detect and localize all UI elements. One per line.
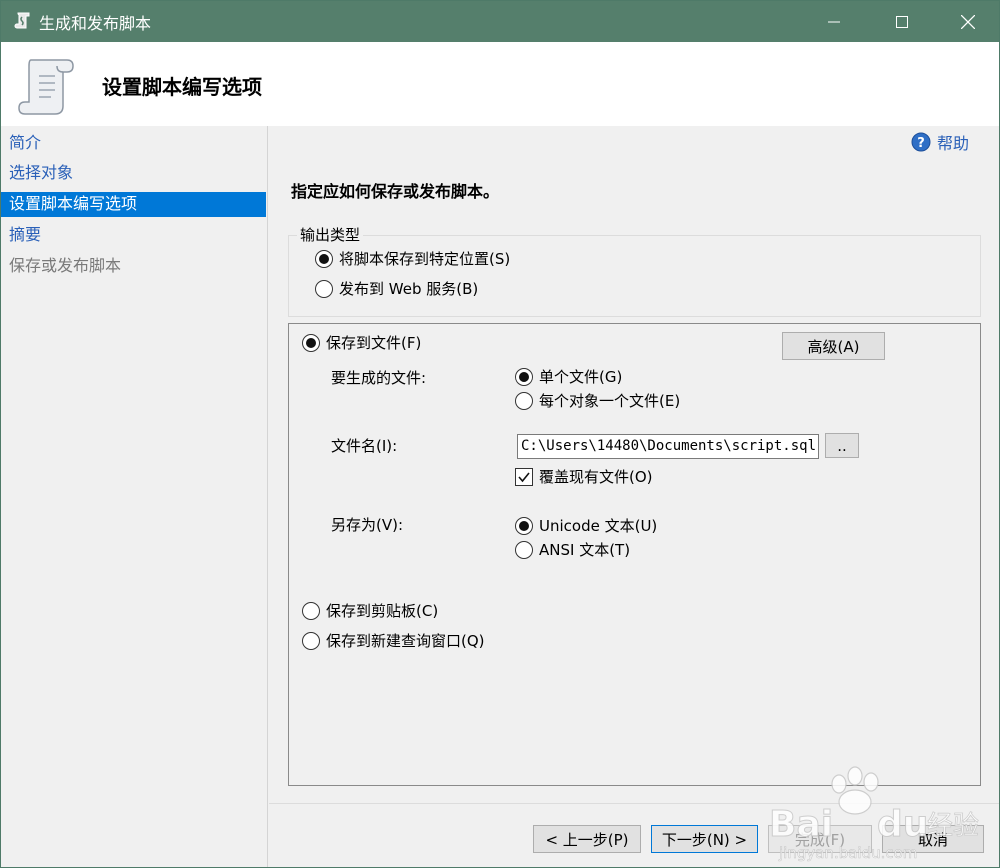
radio-label: 将脚本保存到特定位置(S) xyxy=(339,250,511,268)
back-button[interactable]: < 上一步(P) xyxy=(533,825,641,853)
minimize-button[interactable] xyxy=(811,1,857,42)
radio-label: 单个文件(G) xyxy=(539,368,623,386)
finish-button: 完成(F) xyxy=(768,825,872,853)
radio-circle xyxy=(302,631,320,650)
close-button[interactable] xyxy=(945,1,991,42)
radio-label: 保存到文件(F) xyxy=(326,334,422,352)
wizard-nav: 简介 选择对象 设置脚本编写选项 摘要 保存或发布脚本 xyxy=(1,126,268,867)
footer-divider xyxy=(269,803,999,804)
next-button[interactable]: 下一步(N) > xyxy=(651,825,758,853)
save-to-file-radio[interactable]: 保存到文件(F) xyxy=(302,332,421,353)
checkbox-box xyxy=(515,467,533,486)
ansi-text-radio[interactable]: ANSI 文本(T) xyxy=(515,539,630,560)
radio-circle xyxy=(302,333,320,352)
main-pane: ? 帮助 指定应如何保存或发布脚本。 输出类型 将脚本保存到特定位置(S) 发布… xyxy=(269,126,999,867)
help-icon: ? xyxy=(911,132,931,152)
output-type-legend: 输出类型 xyxy=(297,224,364,245)
radio-label: 保存到新建查询窗口(Q) xyxy=(326,632,485,650)
radio-label: 发布到 Web 服务(B) xyxy=(339,280,479,298)
unicode-text-radio[interactable]: Unicode 文本(U) xyxy=(515,515,657,536)
close-icon xyxy=(961,14,975,29)
header-banner: 设置脚本编写选项 xyxy=(1,42,999,126)
checkbox-label: 覆盖现有文件(O) xyxy=(539,468,653,486)
save-to-query-window-radio[interactable]: 保存到新建查询窗口(Q) xyxy=(302,630,485,651)
save-as-label: 另存为(V): xyxy=(331,516,404,534)
help-link[interactable]: ? 帮助 xyxy=(911,130,969,154)
output-type-group: 输出类型 将脚本保存到特定位置(S) 发布到 Web 服务(B) xyxy=(288,224,981,317)
radio-circle xyxy=(515,516,533,535)
radio-label: 保存到剪贴板(C) xyxy=(326,602,439,620)
nav-item-choose-objects[interactable]: 选择对象 xyxy=(1,161,266,186)
radio-label: Unicode 文本(U) xyxy=(539,517,658,535)
browse-button[interactable]: .. xyxy=(825,433,859,458)
file-per-object-radio[interactable]: 每个对象一个文件(E) xyxy=(515,390,680,411)
save-options-panel: 保存到文件(F) 高级(A) 要生成的文件: 单个文件(G) 每个对象一个文件(… xyxy=(288,323,981,786)
check-icon xyxy=(518,471,530,482)
save-to-clipboard-radio[interactable]: 保存到剪贴板(C) xyxy=(302,600,438,621)
radio-circle xyxy=(302,601,320,620)
filename-label: 文件名(I): xyxy=(331,437,398,455)
advanced-button[interactable]: 高级(A) xyxy=(782,332,885,360)
overwrite-checkbox[interactable]: 覆盖现有文件(O) xyxy=(515,466,653,487)
radio-circle xyxy=(515,391,533,410)
instruction-text: 指定应如何保存或发布脚本。 xyxy=(291,182,500,201)
radio-circle xyxy=(515,367,533,386)
maximize-icon xyxy=(896,15,908,28)
radio-label: ANSI 文本(T) xyxy=(539,541,631,559)
radio-label: 每个对象一个文件(E) xyxy=(539,392,681,410)
nav-item-scripting-options[interactable]: 设置脚本编写选项 xyxy=(1,192,266,217)
nav-item-save-or-publish: 保存或发布脚本 xyxy=(9,256,122,275)
filename-input[interactable]: C:\Users\14480\Documents\script.sql xyxy=(517,434,819,459)
help-label: 帮助 xyxy=(936,134,969,153)
radio-circle xyxy=(315,249,333,268)
title-bar[interactable]: 生成和发布脚本 xyxy=(1,1,999,42)
maximize-button[interactable] xyxy=(879,1,925,42)
files-to-generate-label: 要生成的文件: xyxy=(331,369,427,387)
dialog-window: 生成和发布脚本 设置脚本编写选项 简介 选择对象 设置脚本编写选项 摘要 保存或… xyxy=(0,0,1000,868)
cancel-button[interactable]: 取消 xyxy=(882,825,984,853)
window-title: 生成和发布脚本 xyxy=(39,14,152,33)
nav-item-summary[interactable]: 摘要 xyxy=(1,223,266,248)
svg-text:?: ? xyxy=(917,136,925,151)
page-title: 设置脚本编写选项 xyxy=(102,75,262,99)
scroll-icon xyxy=(18,59,74,115)
radio-circle xyxy=(515,540,533,559)
save-to-location-radio[interactable]: 将脚本保存到特定位置(S) xyxy=(315,248,510,269)
publish-web-service-radio[interactable]: 发布到 Web 服务(B) xyxy=(315,278,478,299)
nav-item-intro[interactable]: 简介 xyxy=(1,131,266,156)
minimize-icon xyxy=(828,21,840,22)
script-icon xyxy=(14,12,30,29)
radio-circle xyxy=(315,279,333,298)
single-file-radio[interactable]: 单个文件(G) xyxy=(515,366,622,387)
